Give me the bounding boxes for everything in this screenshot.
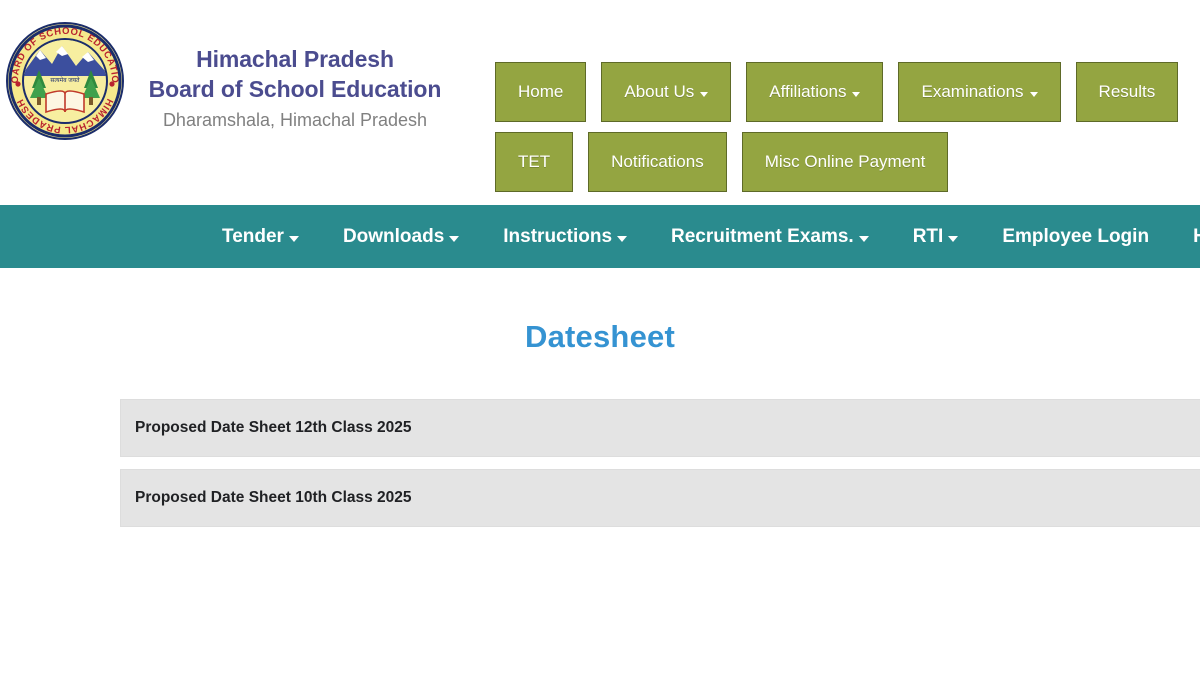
top-menu-item-label: Misc Online Payment bbox=[764, 152, 926, 171]
datesheet-list: Proposed Date Sheet 12th Class 2025 Propo… bbox=[0, 399, 1200, 527]
site-header: BOARD OF SCHOOL EDUCATION HIMACHAL PRADE… bbox=[0, 0, 1200, 205]
top-menu-item-label: About Us bbox=[624, 82, 695, 101]
top-menu-item-home[interactable]: Home bbox=[495, 62, 587, 122]
top-menu-item-label: Notifications bbox=[611, 152, 704, 171]
brand-title-block: Himachal Pradesh Board of School Educati… bbox=[140, 44, 450, 133]
secondary-nav-bar: Tender Downloads Instructions Recruitment E… bbox=[0, 205, 1200, 268]
secondary-nav-list: Tender Downloads Instructions Recruitment E… bbox=[0, 205, 1200, 268]
list-item[interactable]: Proposed Date Sheet 12th Class 2025 bbox=[120, 399, 1200, 457]
top-menu-row-2: TET Notifications Misc Online Payment bbox=[495, 132, 1200, 192]
chevron-down-icon bbox=[288, 235, 299, 242]
top-menu-item-label: Examinations bbox=[921, 82, 1024, 101]
list-item-label: Proposed Date Sheet 10th Class 2025 bbox=[135, 489, 412, 506]
list-item-label: Proposed Date Sheet 12th Class 2025 bbox=[135, 419, 412, 436]
nav-item-label: Downloads bbox=[342, 226, 445, 247]
nav-item-label: RTI bbox=[912, 226, 944, 247]
chevron-down-icon bbox=[852, 91, 861, 97]
top-menu-item-label: Affiliations bbox=[769, 82, 847, 101]
nav-item-recruitment-exams[interactable]: Recruitment Exams. bbox=[649, 205, 891, 268]
nav-item-rti[interactable]: RTI bbox=[891, 205, 981, 268]
chevron-down-icon bbox=[700, 91, 709, 97]
list-item[interactable]: Proposed Date Sheet 10th Class 2025 bbox=[120, 469, 1200, 527]
chevron-down-icon bbox=[617, 235, 628, 242]
page-title: Datesheet bbox=[525, 319, 675, 354]
top-menu-item-results[interactable]: Results bbox=[1075, 62, 1179, 122]
nav-item-label: Instructions bbox=[503, 226, 613, 247]
chevron-down-icon bbox=[948, 235, 959, 242]
brand-line-2: Board of School Education bbox=[148, 76, 442, 102]
chevron-down-icon bbox=[1029, 91, 1038, 97]
chevron-down-icon bbox=[858, 235, 869, 242]
chevron-down-icon bbox=[449, 235, 460, 242]
nav-item-label: He bbox=[1193, 226, 1200, 247]
board-emblem-icon: BOARD OF SCHOOL EDUCATION HIMACHAL PRADE… bbox=[6, 22, 124, 140]
primary-top-menu: Home About Us Affiliations Examinations Resu… bbox=[495, 62, 1200, 202]
main-content: Datesheet Proposed Date Sheet 12th Class… bbox=[0, 268, 1200, 675]
nav-item-instructions[interactable]: Instructions bbox=[481, 205, 649, 268]
top-menu-item-about-us[interactable]: About Us bbox=[601, 62, 732, 122]
nav-item-tender[interactable]: Tender bbox=[200, 205, 321, 268]
nav-item-he[interactable]: He bbox=[1171, 205, 1200, 268]
top-menu-item-label: Home bbox=[518, 82, 564, 101]
top-menu-item-notifications[interactable]: Notifications bbox=[588, 132, 727, 192]
svg-text:सत्यमेव जयते: सत्यमेव जयते bbox=[50, 76, 80, 84]
nav-item-label: Tender bbox=[222, 226, 284, 247]
brand-line-1: Himachal Pradesh bbox=[196, 46, 394, 72]
top-menu-item-label: Results bbox=[1098, 82, 1156, 101]
top-menu-item-affiliations[interactable]: Affiliations bbox=[746, 62, 884, 122]
board-logo[interactable]: BOARD OF SCHOOL EDUCATION HIMACHAL PRADE… bbox=[6, 22, 124, 140]
nav-item-label: Recruitment Exams. bbox=[671, 226, 854, 247]
top-menu-item-examinations[interactable]: Examinations bbox=[898, 62, 1061, 122]
nav-item-label: Employee Login bbox=[1002, 226, 1150, 247]
top-menu-item-label: TET bbox=[518, 152, 551, 171]
brand-subtitle: Dharamshala, Himachal Pradesh bbox=[162, 110, 428, 130]
nav-item-downloads[interactable]: Downloads bbox=[321, 205, 481, 268]
top-menu-row-1: Home About Us Affiliations Examinations Resu… bbox=[495, 62, 1200, 122]
nav-item-employee-login[interactable]: Employee Login bbox=[980, 205, 1171, 268]
top-menu-item-misc-online-payment[interactable]: Misc Online Payment bbox=[741, 132, 949, 192]
top-menu-item-tet[interactable]: TET bbox=[495, 132, 574, 192]
